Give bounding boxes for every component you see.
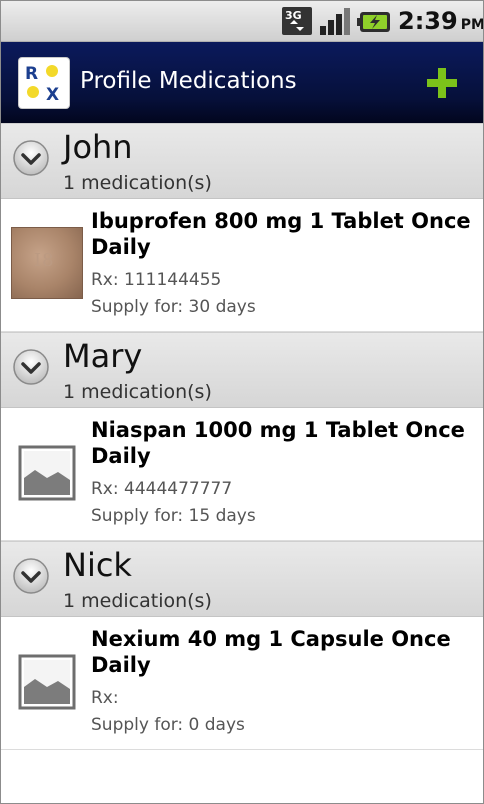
title-bar: R X Profile Medications [1, 42, 483, 123]
status-bar: 3G 2:39 PM [1, 1, 483, 42]
profile-group-header[interactable]: Mary 1 medication(s) [1, 332, 483, 408]
battery-charging-icon [357, 12, 390, 32]
medication-name: Ibuprofen 800 mg 1 Tablet Once Daily [91, 209, 471, 259]
medication-name: Niaspan 1000 mg 1 Tablet Once Daily [91, 418, 465, 468]
medication-supply: Supply for: 30 days [91, 297, 256, 317]
app-logo: R X [19, 58, 69, 108]
chevron-down-icon[interactable] [12, 139, 50, 177]
image-placeholder-icon [18, 445, 76, 501]
clock-ampm: PM [460, 17, 484, 33]
chevron-down-icon[interactable] [12, 557, 50, 595]
clock: 2:39 PM [398, 7, 484, 35]
medication-name: Nexium 40 mg 1 Capsule Once Daily [91, 627, 451, 677]
medication-count: 1 medication(s) [63, 590, 212, 612]
profile-group-header[interactable]: Nick 1 medication(s) [1, 541, 483, 617]
page-title: Profile Medications [80, 68, 297, 94]
3g-network-icon: 3G [282, 7, 312, 35]
profile-group-header[interactable]: John 1 medication(s) [1, 123, 483, 199]
profile-name: Nick [63, 546, 132, 584]
image-placeholder-icon [18, 654, 76, 710]
add-medication-button[interactable] [421, 62, 463, 104]
medication-rx: Rx: 111144455 [91, 270, 222, 290]
medication-supply: Supply for: 0 days [91, 715, 245, 735]
medication-rx: Rx: 4444477777 [91, 479, 233, 499]
app-window: 3G 2:39 PM R X Profile Medications John … [0, 0, 484, 804]
profile-name: Mary [63, 337, 143, 375]
clock-time: 2:39 [398, 7, 458, 35]
medication-supply: Supply for: 15 days [91, 506, 256, 526]
medication-list: John 1 medication(s) I8 Ibuprofen 800 mg… [1, 123, 483, 750]
svg-text:3G: 3G [285, 9, 302, 22]
svg-text:X: X [46, 85, 59, 105]
medication-count: 1 medication(s) [63, 172, 212, 194]
pill-photo: I8 [11, 227, 83, 299]
medication-rx: Rx: [91, 688, 119, 708]
svg-text:R: R [25, 64, 38, 84]
profile-name: John [63, 128, 133, 166]
chevron-down-icon[interactable] [12, 348, 50, 386]
pill-imprint: I8 [34, 250, 55, 271]
medication-item[interactable]: Nexium 40 mg 1 Capsule Once Daily Rx: Su… [1, 617, 483, 750]
medication-item[interactable]: I8 Ibuprofen 800 mg 1 Tablet Once Daily … [1, 199, 483, 332]
medication-item[interactable]: Niaspan 1000 mg 1 Tablet Once Daily Rx: … [1, 408, 483, 541]
signal-strength-icon [320, 8, 350, 35]
medication-count: 1 medication(s) [63, 381, 212, 403]
rx-logo-icon: R X [25, 64, 59, 105]
